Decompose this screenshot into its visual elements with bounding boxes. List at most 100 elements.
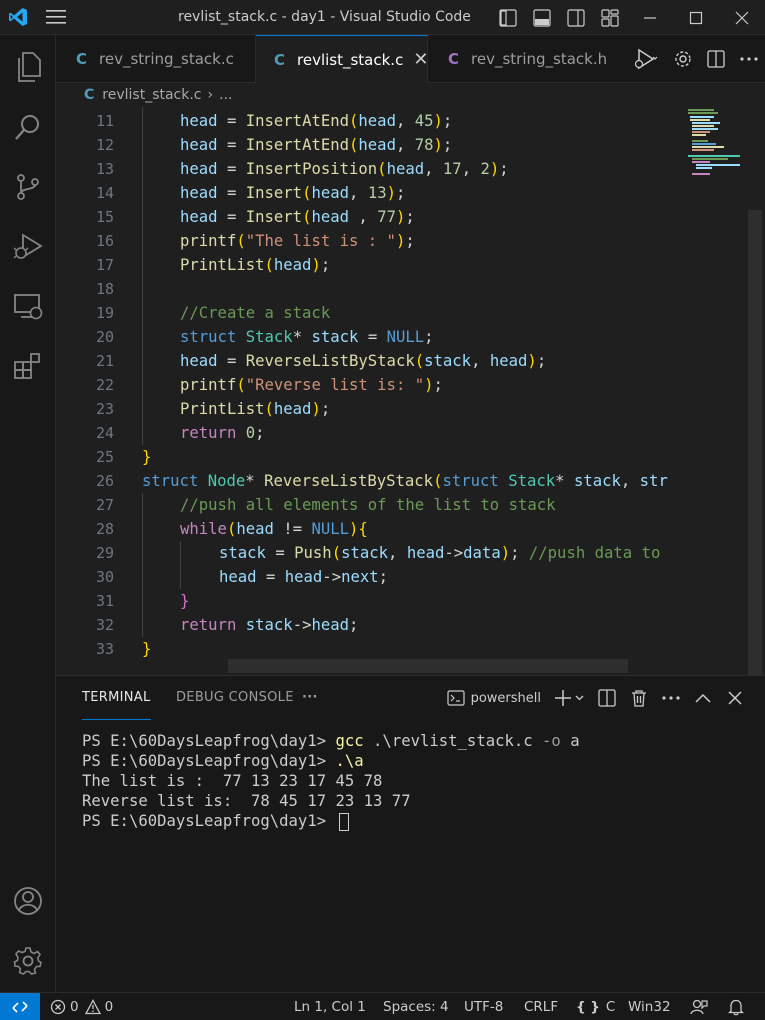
maximize-icon[interactable]: [673, 0, 719, 35]
indent-guide: [180, 541, 181, 589]
tab-terminal[interactable]: TERMINAL: [82, 676, 151, 720]
end-of-line[interactable]: CRLF: [524, 993, 558, 1020]
trash-icon[interactable]: [623, 676, 655, 720]
gear-icon[interactable]: [666, 35, 699, 83]
line-number: 25: [95, 448, 114, 466]
window-title: revlist_stack.c - day1 - Visual Studio C…: [178, 9, 471, 25]
line-number-gutter: 11 12 13 14 15 16 17 18 19 20 21 22 23 2…: [56, 107, 114, 675]
new-terminal-icon[interactable]: [549, 676, 591, 720]
code-line: while(head != NULL){: [180, 520, 368, 538]
toggle-secondary-sidebar-icon[interactable]: [559, 0, 593, 35]
terminal-cursor: [339, 812, 350, 831]
minimap-line: [692, 161, 710, 163]
activity-bar: [0, 35, 56, 992]
toggle-primary-sidebar-icon[interactable]: [491, 0, 525, 35]
language-label: C: [605, 999, 616, 1015]
menu-icon[interactable]: [36, 0, 76, 35]
line-number: 15: [95, 208, 114, 226]
code-area[interactable]: head = InsertAtEnd(head, 45); head = Ins…: [142, 107, 692, 675]
code-line: head = Insert(head , 77);: [180, 208, 415, 226]
minimap[interactable]: [686, 107, 748, 187]
terminal-command: .\a: [335, 752, 364, 770]
cursor-position[interactable]: Ln 1, Col 1: [294, 993, 366, 1020]
terminal-output[interactable]: PS E:\60DaysLeapfrog\day1> gcc .\revlist…: [82, 731, 752, 831]
horizontal-scrollbar[interactable]: [228, 659, 628, 673]
line-number: 17: [95, 256, 114, 274]
problems-indicator[interactable]: 0 0: [50, 993, 113, 1020]
terminal-command: gcc: [335, 732, 364, 750]
indent-guide: [142, 493, 143, 637]
more-actions-icon[interactable]: [732, 35, 765, 83]
minimize-icon[interactable]: [627, 0, 673, 35]
split-editor-icon[interactable]: [699, 35, 732, 83]
shell-name: powershell: [470, 690, 541, 706]
powershell-terminal-selector[interactable]: powershell: [443, 676, 549, 720]
panel-more-icon[interactable]: ···: [302, 676, 318, 720]
line-number: 23: [95, 400, 114, 418]
line-number: 29: [95, 544, 114, 562]
tab-rev-string-stack-h[interactable]: C rev_string_stack.h: [428, 35, 606, 83]
c-file-icon: C: [84, 87, 95, 103]
toggle-panel-icon[interactable]: [525, 0, 559, 35]
minimap-line: [692, 143, 716, 145]
terminal-prompt: PS E:\60DaysLeapfrog\day1>: [82, 732, 336, 750]
c-file-icon: C: [76, 50, 88, 68]
tab-label: rev_string_stack.h: [471, 50, 606, 68]
remote-indicator-icon[interactable]: [0, 993, 40, 1020]
remote-explorer-icon[interactable]: [0, 283, 56, 331]
explorer-icon[interactable]: [0, 43, 56, 91]
code-line: //push all elements of the list to stack: [180, 496, 556, 514]
minimap-line: [690, 116, 714, 118]
close-panel-icon[interactable]: [719, 676, 751, 720]
line-number: 12: [95, 136, 114, 154]
platform[interactable]: Win32: [628, 993, 671, 1020]
minimap-line: [692, 122, 720, 124]
code-line: struct Stack* stack = NULL;: [180, 328, 434, 346]
line-number: 11: [95, 112, 114, 130]
tab-debug-console[interactable]: DEBUG CONSOLE: [176, 676, 294, 720]
breadcrumb-separator-icon: ›: [207, 87, 214, 103]
indentation[interactable]: Spaces: 4: [383, 993, 449, 1020]
close-tab-icon[interactable]: ✕: [413, 49, 428, 70]
minimap-line: [696, 164, 740, 166]
title-bar: revlist_stack.c - day1 - Visual Studio C…: [0, 0, 765, 35]
minimap-line: [690, 119, 710, 121]
split-terminal-icon[interactable]: [591, 676, 623, 720]
feedback-icon[interactable]: [690, 993, 708, 1020]
line-number: 22: [95, 376, 114, 394]
braces-icon: { }: [576, 999, 600, 1015]
close-window-icon[interactable]: [719, 0, 765, 35]
source-control-icon[interactable]: [0, 163, 56, 211]
breadcrumb-more[interactable]: ...: [219, 87, 232, 103]
search-icon[interactable]: [0, 103, 56, 151]
vscode-logo-icon[interactable]: [0, 0, 36, 35]
code-line: }: [180, 592, 190, 610]
tab-rev-string-stack-c[interactable]: C rev_string_stack.c: [56, 35, 256, 83]
notifications-bell-icon[interactable]: [728, 993, 744, 1020]
breadcrumb-file[interactable]: revlist_stack.c: [102, 87, 201, 103]
run-debug-icon[interactable]: [0, 223, 56, 271]
code-line: head = InsertAtEnd(head, 78);: [180, 136, 453, 154]
terminal-argument: .\revlist_stack.c: [363, 732, 543, 750]
vertical-scrollbar[interactable]: [748, 210, 762, 675]
terminal-flag: -o: [542, 732, 561, 750]
code-line: stack = Push(stack, head->data); //push …: [219, 544, 661, 562]
code-editor[interactable]: 11 12 13 14 15 16 17 18 19 20 21 22 23 2…: [56, 107, 765, 675]
code-line: head = head->next;: [219, 568, 389, 586]
settings-gear-icon[interactable]: [0, 937, 56, 985]
code-line: //Create a stack: [180, 304, 331, 322]
accounts-icon[interactable]: [0, 877, 56, 925]
more-actions-icon[interactable]: [655, 676, 687, 720]
extensions-icon[interactable]: [0, 343, 56, 391]
tab-revlist-stack-c[interactable]: C revlist_stack.c ✕: [256, 35, 428, 83]
language-mode[interactable]: { } C: [576, 993, 615, 1020]
error-count: 0: [70, 999, 79, 1015]
minimap-line: [692, 158, 728, 160]
terminal-line: PS E:\60DaysLeapfrog\day1> .\a: [82, 751, 752, 771]
run-file-icon[interactable]: [626, 35, 666, 83]
maximize-panel-chevron-up-icon[interactable]: [687, 676, 719, 720]
encoding[interactable]: UTF-8: [464, 993, 503, 1020]
line-number: 27: [95, 496, 114, 514]
customize-layout-icon[interactable]: [593, 0, 627, 35]
code-line: }: [142, 448, 152, 466]
